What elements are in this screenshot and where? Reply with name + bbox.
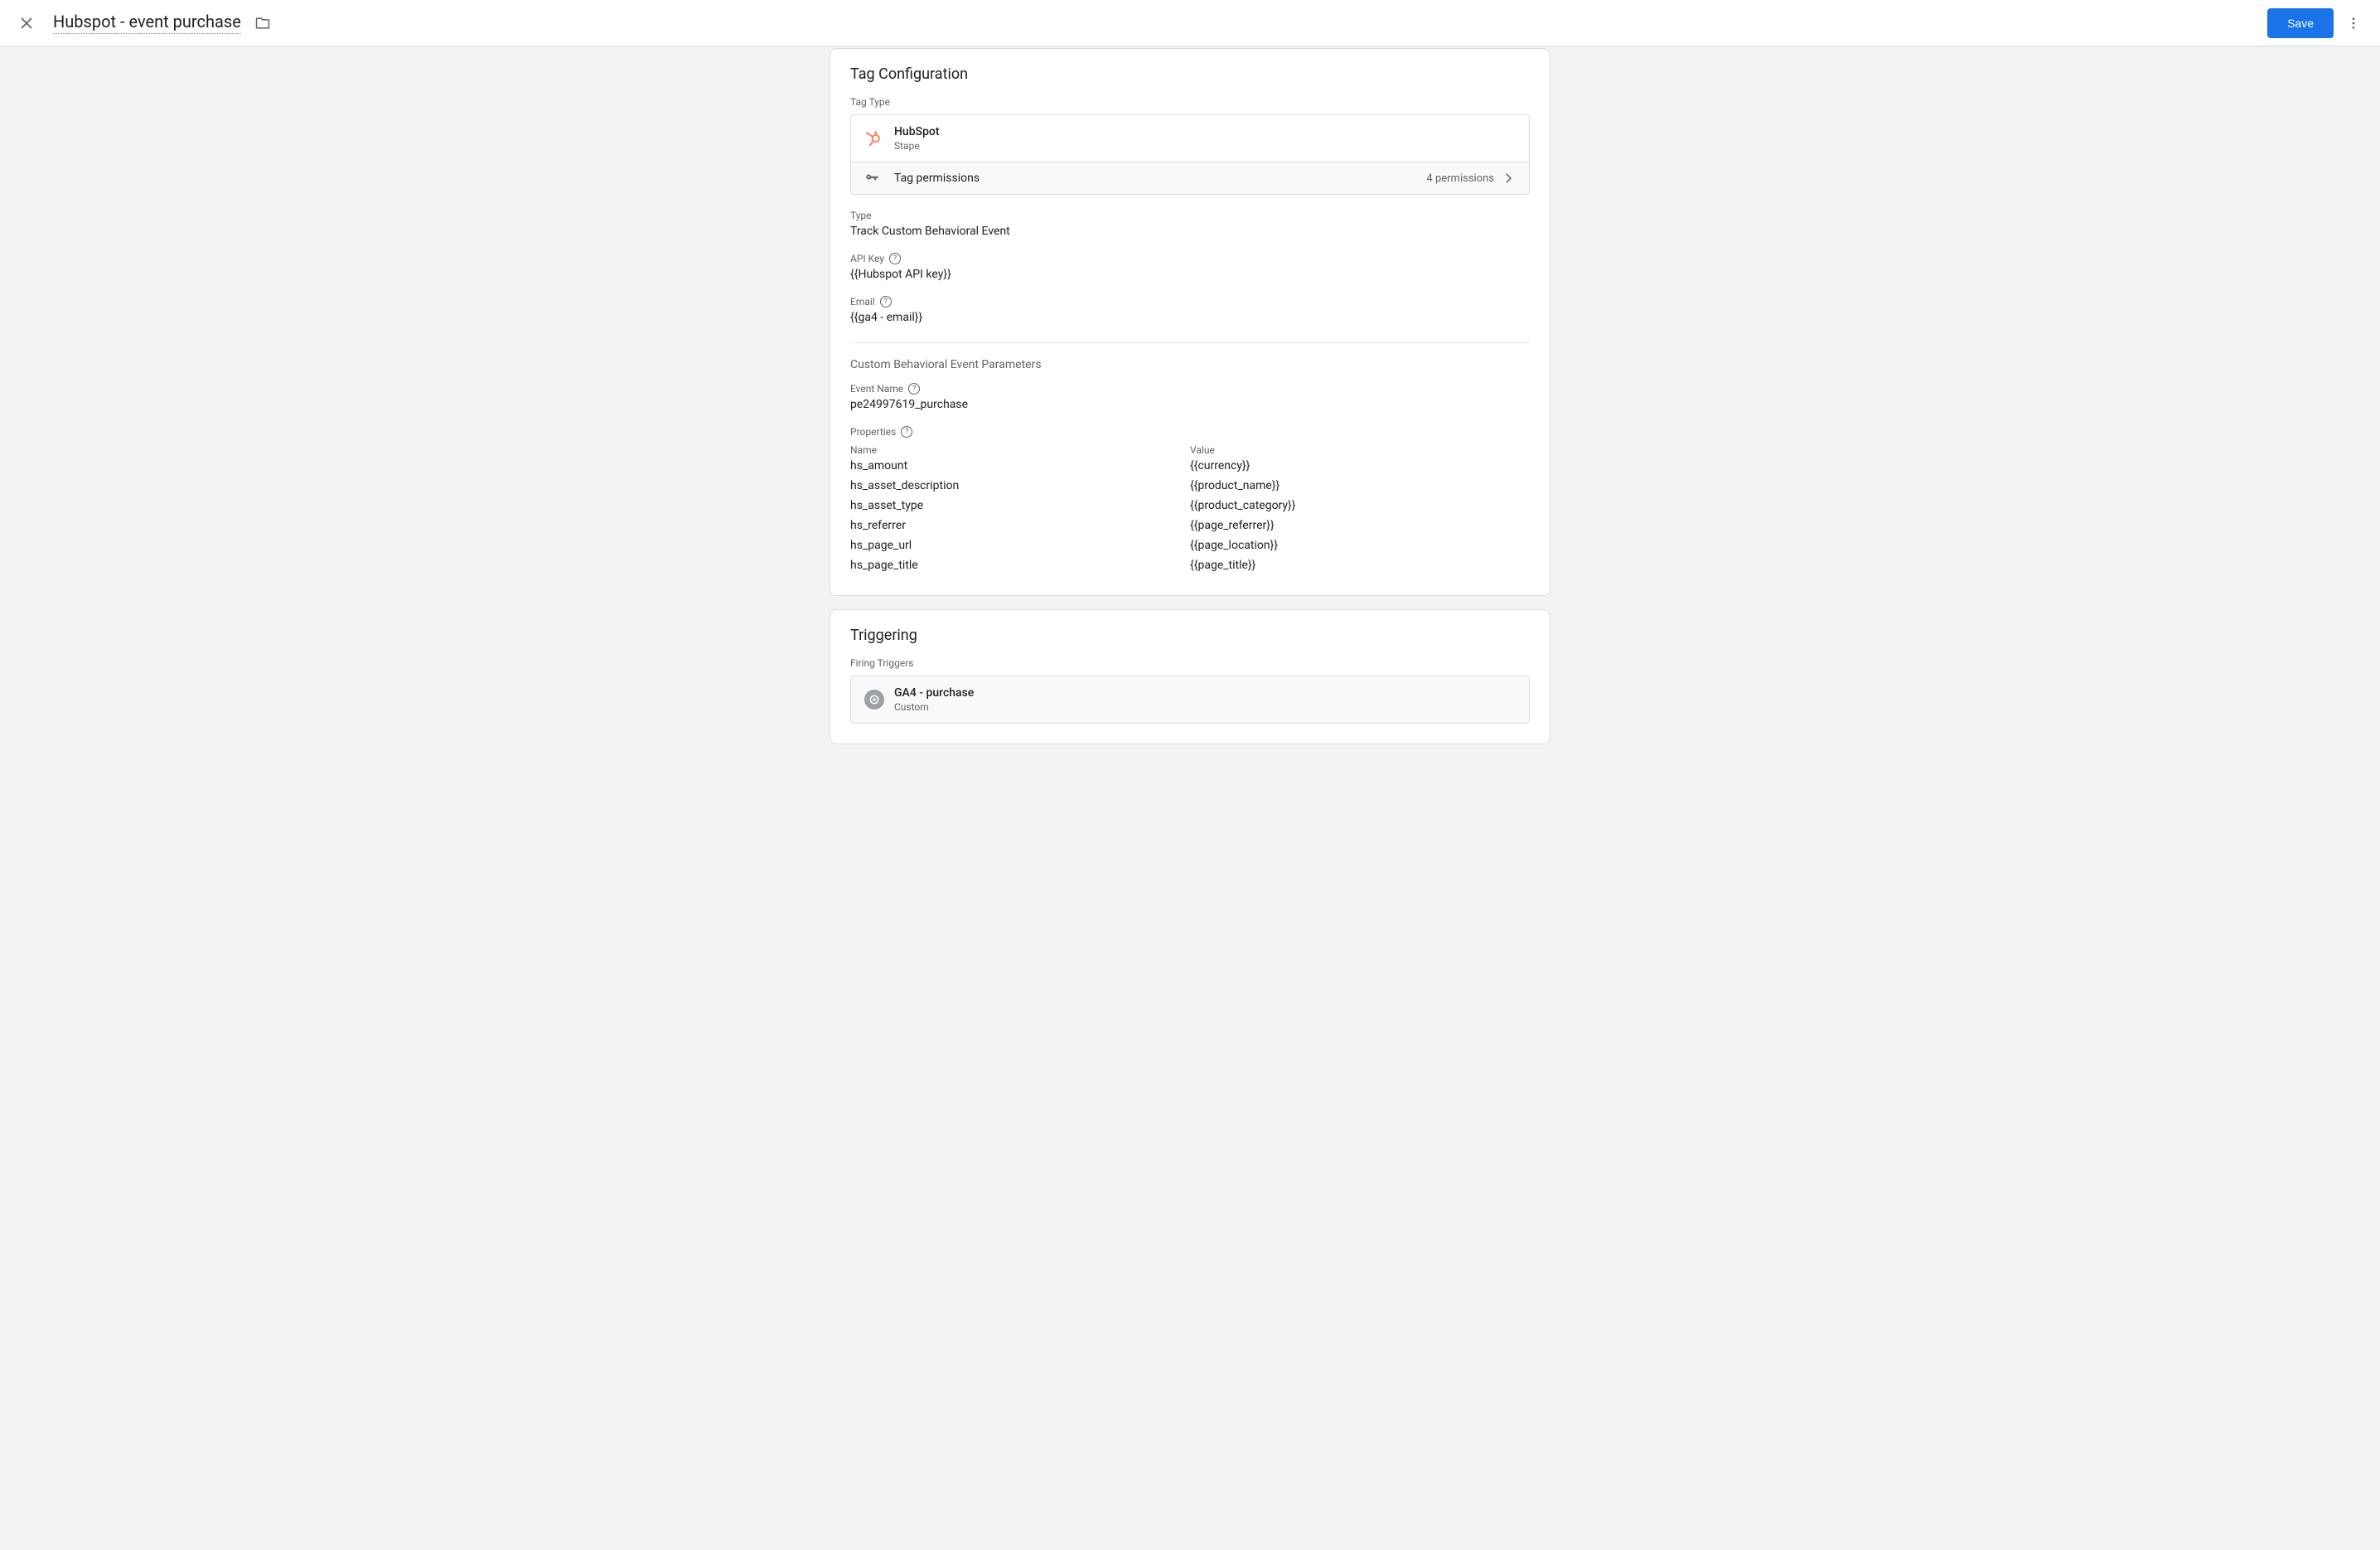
help-icon[interactable]: ?: [889, 253, 901, 264]
properties-label: Properties: [850, 426, 896, 438]
help-icon[interactable]: ?: [908, 383, 920, 395]
properties-col-name: Name: [850, 444, 1190, 456]
email-label: Email: [850, 296, 875, 308]
property-value: {{page_location}}: [1190, 539, 1530, 552]
property-value: {{product_category}}: [1190, 499, 1530, 512]
trigger-name: GA4 - purchase: [894, 686, 974, 700]
api-key-value: {{Hubspot API key}}: [850, 268, 1530, 281]
email-value: {{ga4 - email}}: [850, 311, 1530, 324]
tag-permissions-row[interactable]: Tag permissions 4 permissions: [851, 162, 1529, 194]
help-icon[interactable]: ?: [901, 426, 912, 438]
properties-rows: hs_amount{{currency}}hs_asset_descriptio…: [850, 456, 1530, 575]
property-name: hs_asset_type: [850, 499, 1190, 512]
property-value: {{page_title}}: [1190, 559, 1530, 572]
tag-type-name: HubSpot: [894, 125, 1516, 138]
hubspot-icon: [864, 129, 883, 148]
tag-type-box: HubSpot Stape Tag permissions 4 permissi…: [850, 114, 1530, 195]
property-name: hs_referrer: [850, 519, 1190, 532]
property-row: hs_page_title{{page_title}}: [850, 555, 1530, 575]
property-name: hs_amount: [850, 459, 1190, 472]
triggering-card[interactable]: Triggering Firing Triggers GA4 - purchas…: [830, 609, 1550, 744]
event-name-value: pe24997619_purchase: [850, 398, 1530, 411]
property-row: hs_page_url{{page_location}}: [850, 535, 1530, 555]
more-vert-icon: [2346, 16, 2361, 31]
type-field: Type Track Custom Behavioral Event: [850, 210, 1530, 238]
tag-permissions-label: Tag permissions: [894, 172, 1426, 185]
close-icon: [19, 16, 34, 31]
property-value: {{product_name}}: [1190, 479, 1530, 492]
top-bar: Hubspot - event purchase Save: [0, 0, 2380, 46]
tag-configuration-card[interactable]: Tag Configuration Tag Type HubSp: [830, 48, 1550, 596]
tag-type-label: Tag Type: [850, 96, 1530, 108]
property-name: hs_asset_description: [850, 479, 1190, 492]
properties-col-value: Value: [1190, 444, 1530, 456]
type-label: Type: [850, 210, 872, 221]
property-name: hs_page_url: [850, 539, 1190, 552]
event-name-field: Event Name ? pe24997619_purchase: [850, 383, 1530, 411]
tag-configuration-heading: Tag Configuration: [850, 65, 1530, 83]
custom-params-heading: Custom Behavioral Event Parameters: [850, 358, 1530, 371]
firing-triggers-label: Firing Triggers: [850, 657, 1530, 669]
api-key-label: API Key: [850, 253, 884, 264]
save-button[interactable]: Save: [2267, 8, 2334, 38]
property-value: {{page_referrer}}: [1190, 519, 1530, 532]
type-value: Track Custom Behavioral Event: [850, 225, 1530, 238]
key-icon: [864, 171, 879, 186]
tag-type-row[interactable]: HubSpot Stape: [851, 115, 1529, 162]
email-field: Email ? {{ga4 - email}}: [850, 296, 1530, 324]
property-row: hs_amount{{currency}}: [850, 456, 1530, 476]
page-body: Tag Configuration Tag Type HubSp: [0, 46, 2380, 1550]
divider: [850, 342, 1530, 343]
property-row: hs_asset_description{{product_name}}: [850, 476, 1530, 496]
event-name-label: Event Name: [850, 383, 903, 395]
tag-type-vendor: Stape: [894, 140, 1516, 152]
folder-icon: [254, 15, 271, 31]
page-title[interactable]: Hubspot - event purchase: [53, 12, 241, 34]
close-button[interactable]: [10, 7, 43, 40]
chevron-right-icon: [1501, 171, 1516, 186]
properties-block: Properties ? Name Value hs_amount{{curre…: [850, 426, 1530, 575]
property-row: hs_asset_type{{product_category}}: [850, 496, 1530, 516]
custom-trigger-icon: [864, 690, 884, 710]
folder-button[interactable]: [246, 7, 279, 40]
trigger-type: Custom: [894, 701, 974, 713]
property-value: {{currency}}: [1190, 459, 1530, 472]
triggering-heading: Triggering: [850, 627, 1530, 644]
more-menu-button[interactable]: [2337, 7, 2370, 40]
help-icon[interactable]: ?: [880, 296, 892, 308]
tag-permissions-count: 4 permissions: [1426, 172, 1494, 185]
api-key-field: API Key ? {{Hubspot API key}}: [850, 253, 1530, 281]
firing-trigger-row[interactable]: GA4 - purchase Custom: [850, 676, 1530, 724]
property-row: hs_referrer{{page_referrer}}: [850, 516, 1530, 535]
property-name: hs_page_title: [850, 559, 1190, 572]
